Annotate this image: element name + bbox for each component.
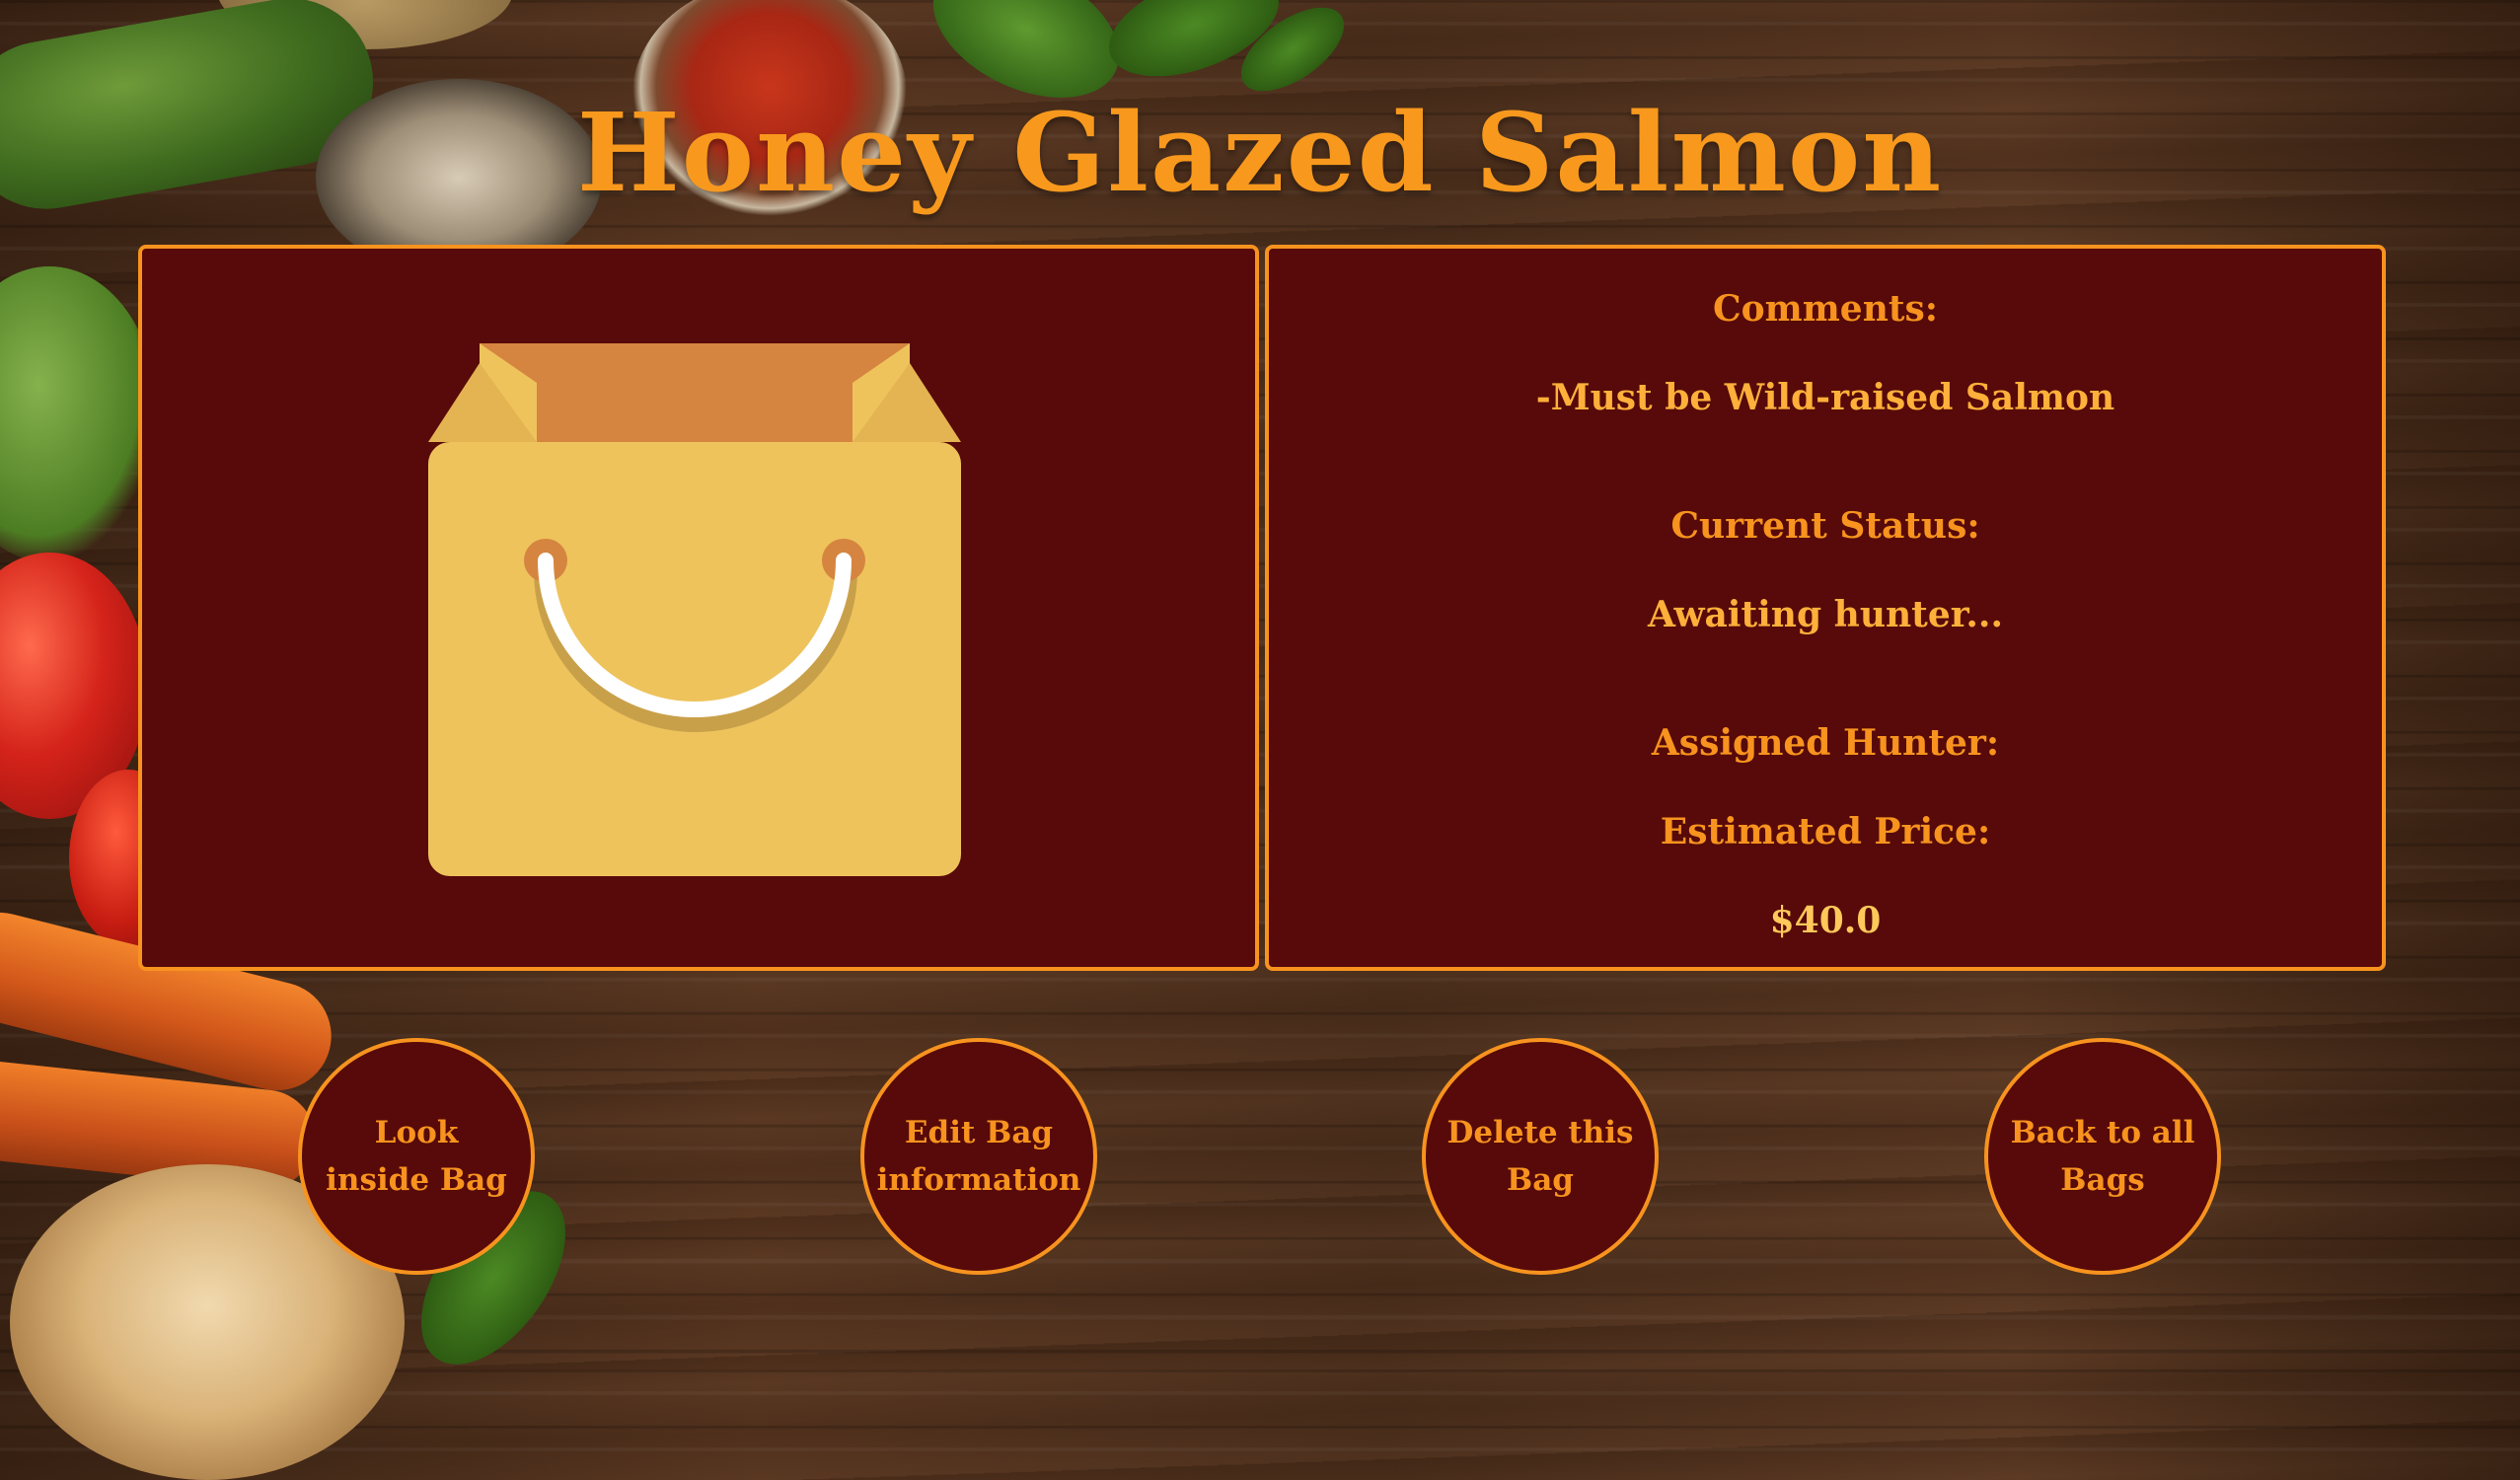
assigned-hunter-label: Assigned Hunter: xyxy=(1651,722,2000,764)
estimated-price-label: Estimated Price: xyxy=(1660,811,1991,852)
delete-bag-button[interactable]: Delete this Bag xyxy=(1422,1038,1659,1275)
look-inside-bag-button[interactable]: Look inside Bag xyxy=(298,1038,535,1275)
delete-bag-label: Delete this Bag xyxy=(1446,1115,1634,1198)
bag-details-panel: Comments: -Must be Wild-raised Salmon Cu… xyxy=(1265,245,2386,971)
status-label: Current Status: xyxy=(1670,505,1980,547)
shopping-bag-icon xyxy=(428,343,961,876)
status-value: Awaiting hunter... xyxy=(1648,594,2003,635)
comments-label: Comments: xyxy=(1712,288,1939,330)
edit-bag-button[interactable]: Edit Bag information xyxy=(860,1038,1097,1275)
bag-image-panel xyxy=(138,245,1259,971)
edit-bag-label: Edit Bag information xyxy=(876,1115,1081,1198)
page-title: Honey Glazed Salmon xyxy=(576,89,1944,216)
comments-value: -Must be Wild-raised Salmon xyxy=(1535,377,2115,418)
green-beans-decoration xyxy=(0,266,158,562)
back-to-all-bags-label: Back to all Bags xyxy=(2010,1115,2195,1198)
estimated-price-value: $40.0 xyxy=(1769,900,1882,941)
back-to-all-bags-button[interactable]: Back to all Bags xyxy=(1984,1038,2221,1275)
look-inside-bag-label: Look inside Bag xyxy=(326,1115,507,1198)
